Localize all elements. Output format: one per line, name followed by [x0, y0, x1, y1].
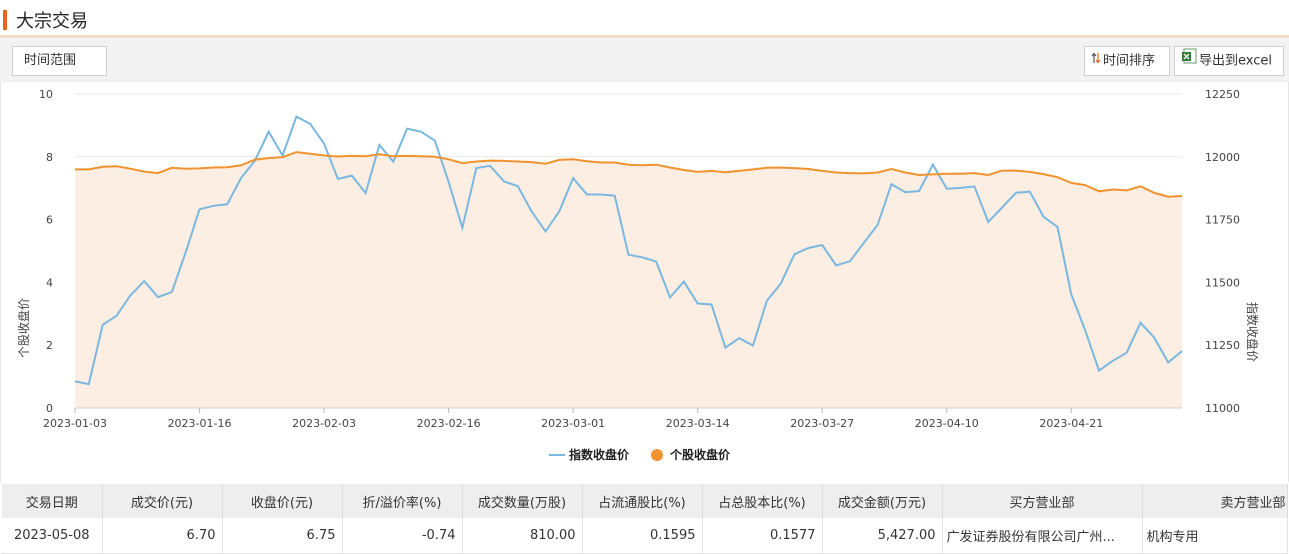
left-tick-label: 6 [46, 214, 53, 227]
sort-by-time-button[interactable]: 时间排序 [1084, 46, 1170, 76]
table-cell: 5,427.00 [822, 518, 943, 554]
table-body: 2023-05-08 6.70 6.75 -0.74 810.00 0.1595 0.157… [2, 518, 1288, 554]
right-axis-ticks: 11000 11250 11500 11750 12000 12250 [1205, 88, 1240, 415]
panel-title: 大宗交易 [16, 11, 88, 32]
x-axis-ticks: 2023-01-03 2023-01-16 2023-02-03 2023-02-16… [43, 408, 1103, 430]
x-tick-label: 2023-02-16 [417, 417, 481, 430]
table-cell: -0.74 [342, 518, 463, 554]
right-tick-label: 12000 [1205, 151, 1240, 164]
right-tick-label: 11750 [1205, 214, 1240, 227]
left-tick-label: 0 [46, 402, 53, 415]
right-tick-label: 11500 [1205, 276, 1240, 289]
header-accent-bar [3, 10, 7, 30]
column-header[interactable]: 占流通股比(%) [582, 484, 703, 518]
column-header[interactable]: 成交价(元) [102, 484, 223, 518]
column-header[interactable]: 成交数量(万股) [462, 484, 583, 518]
table-row: 2023-05-08 6.70 6.75 -0.74 810.00 0.1595 0.157… [2, 518, 1288, 554]
time-range-button[interactable]: 时间范围 [12, 46, 107, 76]
legend-dot-stock [651, 449, 663, 461]
right-tick-label: 11250 [1205, 339, 1240, 352]
left-tick-label: 2 [46, 339, 53, 352]
table-cell: 2023-05-08 [2, 518, 103, 554]
table-cell: 6.75 [222, 518, 343, 554]
legend-label-stock: 个股收盘价 [669, 447, 731, 462]
right-tick-label: 11000 [1205, 402, 1240, 415]
x-tick-label: 2023-01-16 [168, 417, 232, 430]
block-trade-table: 交易日期 成交价(元) 收盘价(元) 折/溢价率(%) 成交数量(万股) 占流通股比(%)… [2, 484, 1288, 554]
table-header-row: 交易日期 成交价(元) 收盘价(元) 折/溢价率(%) 成交数量(万股) 占流通股比(%)… [2, 484, 1288, 518]
legend-item-stock[interactable]: 个股收盘价 [651, 447, 731, 462]
legend-item-index[interactable]: 指数收盘价 [549, 447, 630, 462]
table-cell: 0.1595 [582, 518, 703, 554]
panel-header: 大宗交易 [0, 0, 1289, 38]
right-axis-label: 指数收盘价 [1245, 302, 1260, 362]
x-tick-label: 2023-03-14 [666, 417, 730, 430]
column-header[interactable]: 收盘价(元) [222, 484, 343, 518]
toolbar: 时间范围 时间排序 导出到excel [0, 38, 1289, 82]
column-header[interactable]: 占总股本比(%) [702, 484, 823, 518]
left-axis-ticks: 0 2 4 6 8 10 [39, 88, 53, 415]
table-cell: 6.70 [102, 518, 223, 554]
column-header[interactable]: 买方营业部 [942, 484, 1143, 518]
left-axis-label: 个股收盘价 [16, 298, 31, 358]
x-tick-label: 2023-03-27 [790, 417, 854, 430]
table-cell: 机构专用 [1142, 518, 1288, 554]
left-tick-label: 4 [46, 276, 53, 289]
time-range-label: 时间范围 [24, 53, 77, 68]
stock-close-area [75, 152, 1182, 408]
column-header[interactable]: 交易日期 [2, 484, 103, 518]
legend-label-index: 指数收盘价 [569, 447, 630, 462]
x-tick-label: 2023-03-01 [541, 417, 605, 430]
legend: 指数收盘价 个股收盘价 [549, 447, 731, 462]
table-cell: 0.1577 [702, 518, 823, 554]
left-tick-label: 10 [39, 88, 53, 101]
table-cell: 810.00 [462, 518, 583, 554]
column-header[interactable]: 折/溢价率(%) [342, 484, 463, 518]
table-cell: 广发证券股份有限公司广州... [942, 518, 1143, 554]
x-tick-label: 2023-04-21 [1039, 417, 1103, 430]
price-chart: 0 2 4 6 8 10 11000 11250 11500 11750 12000 12250 2… [0, 82, 1289, 482]
sort-arrows-icon [1091, 47, 1101, 75]
column-header[interactable]: 卖方营业部 [1142, 484, 1288, 518]
x-tick-label: 2023-01-03 [43, 417, 107, 430]
x-tick-label: 2023-02-03 [292, 417, 356, 430]
x-tick-label: 2023-04-10 [915, 417, 979, 430]
export-excel-button[interactable]: 导出到excel [1174, 46, 1284, 76]
left-tick-label: 8 [46, 151, 53, 164]
right-tick-label: 12250 [1205, 88, 1240, 101]
excel-icon [1181, 47, 1197, 75]
column-header[interactable]: 成交金额(万元) [822, 484, 943, 518]
export-excel-label: 导出到excel [1199, 53, 1272, 69]
price-chart-svg: 0 2 4 6 8 10 11000 11250 11500 11750 12000 12250 2… [16, 88, 1260, 462]
sort-by-time-label: 时间排序 [1103, 53, 1156, 69]
